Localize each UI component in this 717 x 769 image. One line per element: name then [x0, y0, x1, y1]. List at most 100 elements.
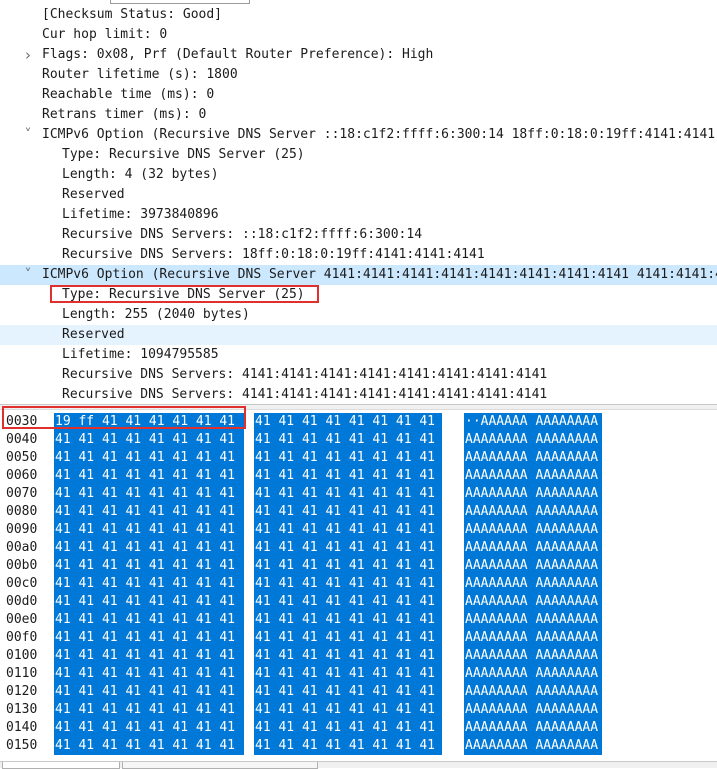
- hex-bytes-first-half[interactable]: 41 41 41 41 41 41 41 41: [54, 575, 244, 593]
- ascii-dump[interactable]: AAAAAAAA AAAAAAAA: [464, 485, 602, 503]
- ascii-dump[interactable]: AAAAAAAA AAAAAAAA: [464, 611, 602, 629]
- hex-bytes-first-half[interactable]: 41 41 41 41 41 41 41 41: [54, 701, 244, 719]
- pane-splitter[interactable]: [0, 404, 717, 410]
- chevron-down-icon[interactable]: ˅: [22, 265, 34, 285]
- hex-row[interactable]: 0140 41 41 41 41 41 41 41 41 41 41 41 41 4…: [0, 719, 717, 737]
- hex-row[interactable]: 0060 41 41 41 41 41 41 41 41 41 41 41 41 4…: [0, 467, 717, 485]
- tree-row[interactable]: Reserved: [0, 325, 717, 345]
- tree-row[interactable]: Recursive DNS Servers: 18ff:0:18:0:19ff:…: [0, 245, 717, 265]
- hex-row[interactable]: 00d0 41 41 41 41 41 41 41 41 41 41 41 41 4…: [0, 593, 717, 611]
- hex-bytes-first-half[interactable]: 41 41 41 41 41 41 41 41: [54, 521, 244, 539]
- hex-row[interactable]: 0070 41 41 41 41 41 41 41 41 41 41 41 41 4…: [0, 485, 717, 503]
- hex-bytes-second-half[interactable]: 41 41 41 41 41 41 41 41: [254, 539, 442, 557]
- ascii-dump[interactable]: AAAAAAAA AAAAAAAA: [464, 629, 602, 647]
- hex-bytes-first-half[interactable]: 41 41 41 41 41 41 41 41: [54, 503, 244, 521]
- tree-row[interactable]: [Checksum Status: Good]: [0, 5, 717, 25]
- hex-bytes-second-half[interactable]: 41 41 41 41 41 41 41 41: [254, 593, 442, 611]
- hex-row[interactable]: 0100 41 41 41 41 41 41 41 41 41 41 41 41 4…: [0, 647, 717, 665]
- hex-bytes-second-half[interactable]: 41 41 41 41 41 41 41 41: [254, 611, 442, 629]
- tree-row[interactable]: Reachable time (ms): 0: [0, 85, 717, 105]
- hex-row[interactable]: 0050 41 41 41 41 41 41 41 41 41 41 41 41 4…: [0, 449, 717, 467]
- packet-details-pane[interactable]: [Checksum Status: Good] Cur hop limit: 0 ›…: [0, 0, 717, 406]
- hex-bytes-second-half[interactable]: 41 41 41 41 41 41 41 41: [254, 629, 442, 647]
- hex-bytes-first-half[interactable]: 41 41 41 41 41 41 41 41: [54, 611, 244, 629]
- hex-bytes-second-half[interactable]: 41 41 41 41 41 41 41 41: [254, 557, 442, 575]
- hex-bytes-second-half[interactable]: 41 41 41 41 41 41 41 41: [254, 737, 442, 755]
- hex-bytes-first-half[interactable]: 41 41 41 41 41 41 41 41: [54, 629, 244, 647]
- hex-bytes-second-half[interactable]: 41 41 41 41 41 41 41 41: [254, 683, 442, 701]
- tree-row[interactable]: Router lifetime (s): 1800: [0, 65, 717, 85]
- hex-bytes-second-half[interactable]: 41 41 41 41 41 41 41 41: [254, 719, 442, 737]
- tree-row[interactable]: Lifetime: 1094795585: [0, 345, 717, 365]
- tree-row[interactable]: Type: Recursive DNS Server (25): [0, 285, 717, 305]
- hex-bytes-second-half[interactable]: 41 41 41 41 41 41 41 41: [254, 701, 442, 719]
- hex-bytes-first-half[interactable]: 41 41 41 41 41 41 41 41: [54, 647, 244, 665]
- ascii-dump[interactable]: AAAAAAAA AAAAAAAA: [464, 683, 602, 701]
- ascii-dump[interactable]: ··AAAAAA AAAAAAAA: [464, 413, 602, 431]
- hex-bytes-second-half[interactable]: 41 41 41 41 41 41 41 41: [254, 575, 442, 593]
- ascii-dump[interactable]: AAAAAAAA AAAAAAAA: [464, 539, 602, 557]
- ascii-dump[interactable]: AAAAAAAA AAAAAAAA: [464, 467, 602, 485]
- hex-row[interactable]: 0110 41 41 41 41 41 41 41 41 41 41 41 41 4…: [0, 665, 717, 683]
- hex-bytes-first-half[interactable]: 41 41 41 41 41 41 41 41: [54, 449, 244, 467]
- tree-row[interactable]: Retrans timer (ms): 0: [0, 105, 717, 125]
- ascii-dump[interactable]: AAAAAAAA AAAAAAAA: [464, 521, 602, 539]
- hex-bytes-first-half[interactable]: 41 41 41 41 41 41 41 41: [54, 557, 244, 575]
- tree-row[interactable]: Length: 4 (32 bytes): [0, 165, 717, 185]
- hex-row[interactable]: 0130 41 41 41 41 41 41 41 41 41 41 41 41 4…: [0, 701, 717, 719]
- hex-bytes-first-half[interactable]: 41 41 41 41 41 41 41 41: [54, 683, 244, 701]
- hex-bytes-second-half[interactable]: 41 41 41 41 41 41 41 41: [254, 485, 442, 503]
- hex-row[interactable]: 00a0 41 41 41 41 41 41 41 41 41 41 41 41 4…: [0, 539, 717, 557]
- tree-row[interactable]: › Flags: 0x08, Prf (Default Router Prefer…: [0, 45, 717, 65]
- ascii-dump[interactable]: AAAAAAAA AAAAAAAA: [464, 737, 602, 755]
- hex-row[interactable]: 0120 41 41 41 41 41 41 41 41 41 41 41 41 4…: [0, 683, 717, 701]
- ascii-dump[interactable]: AAAAAAAA AAAAAAAA: [464, 431, 602, 449]
- hex-row[interactable]: 00c0 41 41 41 41 41 41 41 41 41 41 41 41 4…: [0, 575, 717, 593]
- hex-bytes-second-half[interactable]: 41 41 41 41 41 41 41 41: [254, 413, 442, 431]
- ascii-dump[interactable]: AAAAAAAA AAAAAAAA: [464, 557, 602, 575]
- hex-row[interactable]: 0090 41 41 41 41 41 41 41 41 41 41 41 41 4…: [0, 521, 717, 539]
- tree-row[interactable]: Type: Recursive DNS Server (25): [0, 145, 717, 165]
- hex-bytes-first-half[interactable]: 41 41 41 41 41 41 41 41: [54, 485, 244, 503]
- packet-bytes-pane[interactable]: 0030 19 ff 41 41 41 41 41 41 41 41 41 41 4…: [0, 411, 717, 761]
- tree-row[interactable]: Recursive DNS Servers: 4141:4141:4141:41…: [0, 365, 717, 385]
- hex-bytes-first-half[interactable]: 41 41 41 41 41 41 41 41: [54, 737, 244, 755]
- hex-bytes-second-half[interactable]: 41 41 41 41 41 41 41 41: [254, 503, 442, 521]
- hex-bytes-first-half[interactable]: 41 41 41 41 41 41 41 41: [54, 719, 244, 737]
- ascii-dump[interactable]: AAAAAAAA AAAAAAAA: [464, 701, 602, 719]
- chevron-down-icon[interactable]: ˅: [22, 125, 34, 145]
- hex-row[interactable]: 0030 19 ff 41 41 41 41 41 41 41 41 41 41 4…: [0, 413, 717, 431]
- hex-row[interactable]: 00f0 41 41 41 41 41 41 41 41 41 41 41 41 4…: [0, 629, 717, 647]
- hex-row[interactable]: 0040 41 41 41 41 41 41 41 41 41 41 41 41 4…: [0, 431, 717, 449]
- chevron-right-icon[interactable]: ›: [22, 45, 34, 65]
- hex-bytes-first-half[interactable]: 41 41 41 41 41 41 41 41: [54, 431, 244, 449]
- hex-row[interactable]: 0150 41 41 41 41 41 41 41 41 41 41 41 41 4…: [0, 737, 717, 755]
- hex-bytes-first-half[interactable]: 41 41 41 41 41 41 41 41: [54, 539, 244, 557]
- hex-bytes-second-half[interactable]: 41 41 41 41 41 41 41 41: [254, 521, 442, 539]
- hex-bytes-second-half[interactable]: 41 41 41 41 41 41 41 41: [254, 647, 442, 665]
- tree-row[interactable]: ˅ ICMPv6 Option (Recursive DNS Server 414…: [0, 265, 717, 285]
- ascii-dump[interactable]: AAAAAAAA AAAAAAAA: [464, 575, 602, 593]
- hex-bytes-second-half[interactable]: 41 41 41 41 41 41 41 41: [254, 431, 442, 449]
- tree-row[interactable]: Cur hop limit: 0: [0, 25, 717, 45]
- hex-bytes-first-half[interactable]: 41 41 41 41 41 41 41 41: [54, 593, 244, 611]
- hex-row[interactable]: 00e0 41 41 41 41 41 41 41 41 41 41 41 41 4…: [0, 611, 717, 629]
- tree-row[interactable]: ˅ ICMPv6 Option (Recursive DNS Server ::1…: [0, 125, 717, 145]
- tree-row[interactable]: Lifetime: 3973840896: [0, 205, 717, 225]
- hex-row[interactable]: 00b0 41 41 41 41 41 41 41 41 41 41 41 41 4…: [0, 557, 717, 575]
- tree-row[interactable]: Reserved: [0, 185, 717, 205]
- ascii-dump[interactable]: AAAAAAAA AAAAAAAA: [464, 647, 602, 665]
- ascii-dump[interactable]: AAAAAAAA AAAAAAAA: [464, 665, 602, 683]
- hex-bytes-first-half[interactable]: 41 41 41 41 41 41 41 41: [54, 665, 244, 683]
- hex-bytes-first-half[interactable]: 19 ff 41 41 41 41 41 41: [54, 413, 244, 431]
- ascii-dump[interactable]: AAAAAAAA AAAAAAAA: [464, 719, 602, 737]
- ascii-dump[interactable]: AAAAAAAA AAAAAAAA: [464, 503, 602, 521]
- tree-row[interactable]: Length: 255 (2040 bytes): [0, 305, 717, 325]
- ascii-dump[interactable]: AAAAAAAA AAAAAAAA: [464, 593, 602, 611]
- tree-row[interactable]: Recursive DNS Servers: ::18:c1f2:ffff:6:…: [0, 225, 717, 245]
- hex-row[interactable]: 0080 41 41 41 41 41 41 41 41 41 41 41 41 4…: [0, 503, 717, 521]
- hex-bytes-second-half[interactable]: 41 41 41 41 41 41 41 41: [254, 449, 442, 467]
- hex-bytes-first-half[interactable]: 41 41 41 41 41 41 41 41: [54, 467, 244, 485]
- hex-bytes-second-half[interactable]: 41 41 41 41 41 41 41 41: [254, 665, 442, 683]
- ascii-dump[interactable]: AAAAAAAA AAAAAAAA: [464, 449, 602, 467]
